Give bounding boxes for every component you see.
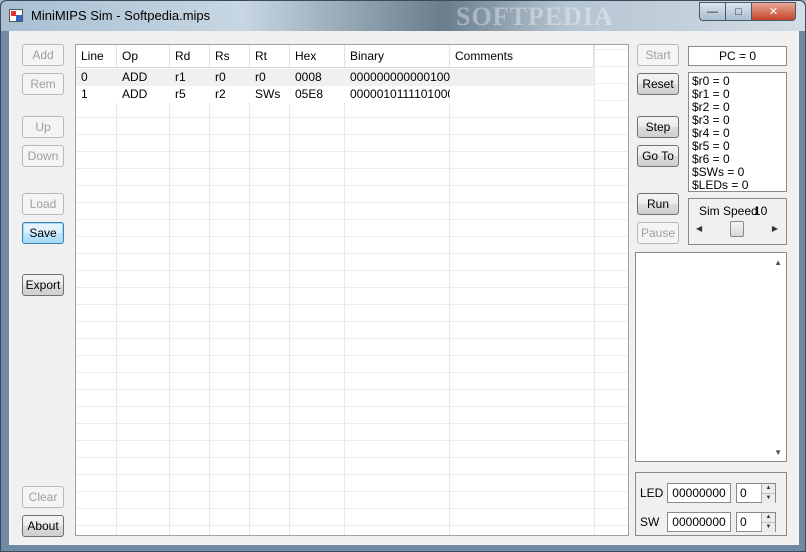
sw-stepper-arrows[interactable]: ▲ ▼ bbox=[761, 513, 775, 532]
slider-left-arrow-icon[interactable]: ◀ bbox=[696, 224, 702, 233]
maximize-icon: □ bbox=[735, 5, 742, 18]
softpedia-watermark: SOFTPEDIA bbox=[456, 2, 614, 31]
slider-right-arrow-icon[interactable]: ▶ bbox=[772, 224, 778, 233]
cell-line[interactable]: 0 bbox=[76, 69, 117, 86]
client-area: Add Rem Up Down Load Save Export Clear A… bbox=[9, 31, 799, 545]
column-header-rt[interactable]: Rt bbox=[250, 45, 290, 68]
led-value-field[interactable]: 00000000 bbox=[667, 483, 731, 503]
column-header-op[interactable]: Op bbox=[117, 45, 170, 68]
close-button[interactable]: ✕ bbox=[751, 2, 796, 21]
cell-hex[interactable]: 0008 bbox=[290, 69, 345, 86]
cell-op[interactable]: ADD bbox=[117, 86, 170, 103]
column-header-line[interactable]: Line bbox=[76, 45, 117, 68]
cell-comments[interactable] bbox=[450, 69, 594, 86]
minimize-icon: — bbox=[707, 5, 718, 18]
sw-value-field[interactable]: 00000000 bbox=[667, 512, 731, 532]
scroll-up-icon[interactable]: ▲ bbox=[774, 258, 782, 267]
register-list: $r0 = 0 $r1 = 0 $r2 = 0 $r3 = 0 $r4 = 0 … bbox=[688, 72, 787, 192]
table-row[interactable]: 1 ADD r5 r2 SWs 05E8 0000010111101000 bbox=[76, 86, 594, 103]
cell-rd[interactable]: r1 bbox=[170, 69, 210, 86]
cell-rs[interactable]: r0 bbox=[210, 69, 250, 86]
run-button[interactable]: Run bbox=[637, 193, 679, 215]
cell-binary[interactable]: 0000000000001000 bbox=[345, 69, 450, 86]
load-button[interactable]: Load bbox=[22, 193, 64, 215]
title-bar[interactable]: MiniMIPS Sim - Softpedia.mips SOFTPEDIA … bbox=[1, 1, 805, 31]
pause-button[interactable]: Pause bbox=[637, 222, 679, 244]
slider-thumb[interactable] bbox=[730, 221, 744, 237]
column-header-rd[interactable]: Rd bbox=[170, 45, 210, 68]
start-button[interactable]: Start bbox=[637, 44, 679, 66]
remove-button[interactable]: Rem bbox=[22, 73, 64, 95]
stepper-down-icon[interactable]: ▼ bbox=[762, 494, 775, 503]
cell-rs[interactable]: r2 bbox=[210, 86, 250, 103]
stepper-up-icon[interactable]: ▲ bbox=[762, 513, 775, 523]
maximize-button[interactable]: □ bbox=[725, 2, 752, 21]
cell-hex[interactable]: 05E8 bbox=[290, 86, 345, 103]
clear-button[interactable]: Clear bbox=[22, 486, 64, 508]
sim-speed-slider[interactable]: ◀ ▶ bbox=[696, 221, 778, 237]
sw-label: SW bbox=[640, 515, 660, 529]
sim-speed-value: 10 bbox=[754, 204, 768, 218]
column-header-rs[interactable]: Rs bbox=[210, 45, 250, 68]
stepper-down-icon[interactable]: ▼ bbox=[762, 523, 775, 532]
export-button[interactable]: Export bbox=[22, 274, 64, 296]
app-icon[interactable] bbox=[9, 9, 23, 22]
window-title: MiniMIPS Sim - Softpedia.mips bbox=[31, 8, 211, 23]
scroll-down-icon[interactable]: ▼ bbox=[774, 448, 782, 457]
sw-number-stepper[interactable]: 0 ▲ ▼ bbox=[736, 512, 776, 532]
instruction-grid[interactable]: Line Op Rd Rs Rt Hex Binary Comments 0 A… bbox=[75, 44, 629, 536]
move-down-button[interactable]: Down bbox=[22, 145, 64, 167]
minimize-button[interactable]: — bbox=[699, 2, 726, 21]
save-button[interactable]: Save bbox=[22, 222, 64, 244]
column-header-binary[interactable]: Binary bbox=[345, 45, 450, 68]
cell-rt[interactable]: SWs bbox=[250, 86, 290, 103]
sim-speed-label: Sim Speed bbox=[699, 204, 758, 218]
register-value: $LEDs = 0 bbox=[692, 178, 749, 192]
output-scrollbar[interactable]: ▲ ▼ bbox=[769, 253, 786, 461]
cell-comments[interactable] bbox=[450, 86, 594, 103]
led-label: LED bbox=[640, 486, 664, 500]
led-number-value: 0 bbox=[740, 486, 747, 500]
goto-button[interactable]: Go To bbox=[637, 145, 679, 167]
add-button[interactable]: Add bbox=[22, 44, 64, 66]
program-counter: PC = 0 bbox=[688, 46, 787, 66]
sim-speed-panel: Sim Speed 10 ◀ ▶ bbox=[688, 198, 787, 245]
column-header-comments[interactable]: Comments bbox=[450, 45, 594, 68]
about-button[interactable]: About bbox=[22, 515, 64, 537]
output-textbox[interactable]: ▲ ▼ bbox=[635, 252, 787, 462]
step-button[interactable]: Step bbox=[637, 116, 679, 138]
move-up-button[interactable]: Up bbox=[22, 116, 64, 138]
cell-op[interactable]: ADD bbox=[117, 69, 170, 86]
cell-rd[interactable]: r5 bbox=[170, 86, 210, 103]
cell-binary[interactable]: 0000010111101000 bbox=[345, 86, 450, 103]
column-header-hex[interactable]: Hex bbox=[290, 45, 345, 68]
io-panel: LED 00000000 0 ▲ ▼ SW 00000000 0 ▲ ▼ bbox=[635, 472, 787, 536]
close-icon: ✕ bbox=[768, 6, 779, 18]
led-number-stepper[interactable]: 0 ▲ ▼ bbox=[736, 483, 776, 503]
reset-button[interactable]: Reset bbox=[637, 73, 679, 95]
led-stepper-arrows[interactable]: ▲ ▼ bbox=[761, 484, 775, 503]
grid-header: Line Op Rd Rs Rt Hex Binary Comments bbox=[76, 45, 594, 68]
sw-number-value: 0 bbox=[740, 515, 747, 529]
table-row[interactable]: 0 ADD r1 r0 r0 0008 0000000000001000 bbox=[76, 69, 594, 86]
cell-line[interactable]: 1 bbox=[76, 86, 117, 103]
main-window: MiniMIPS Sim - Softpedia.mips SOFTPEDIA … bbox=[0, 0, 806, 552]
cell-rt[interactable]: r0 bbox=[250, 69, 290, 86]
stepper-up-icon[interactable]: ▲ bbox=[762, 484, 775, 494]
